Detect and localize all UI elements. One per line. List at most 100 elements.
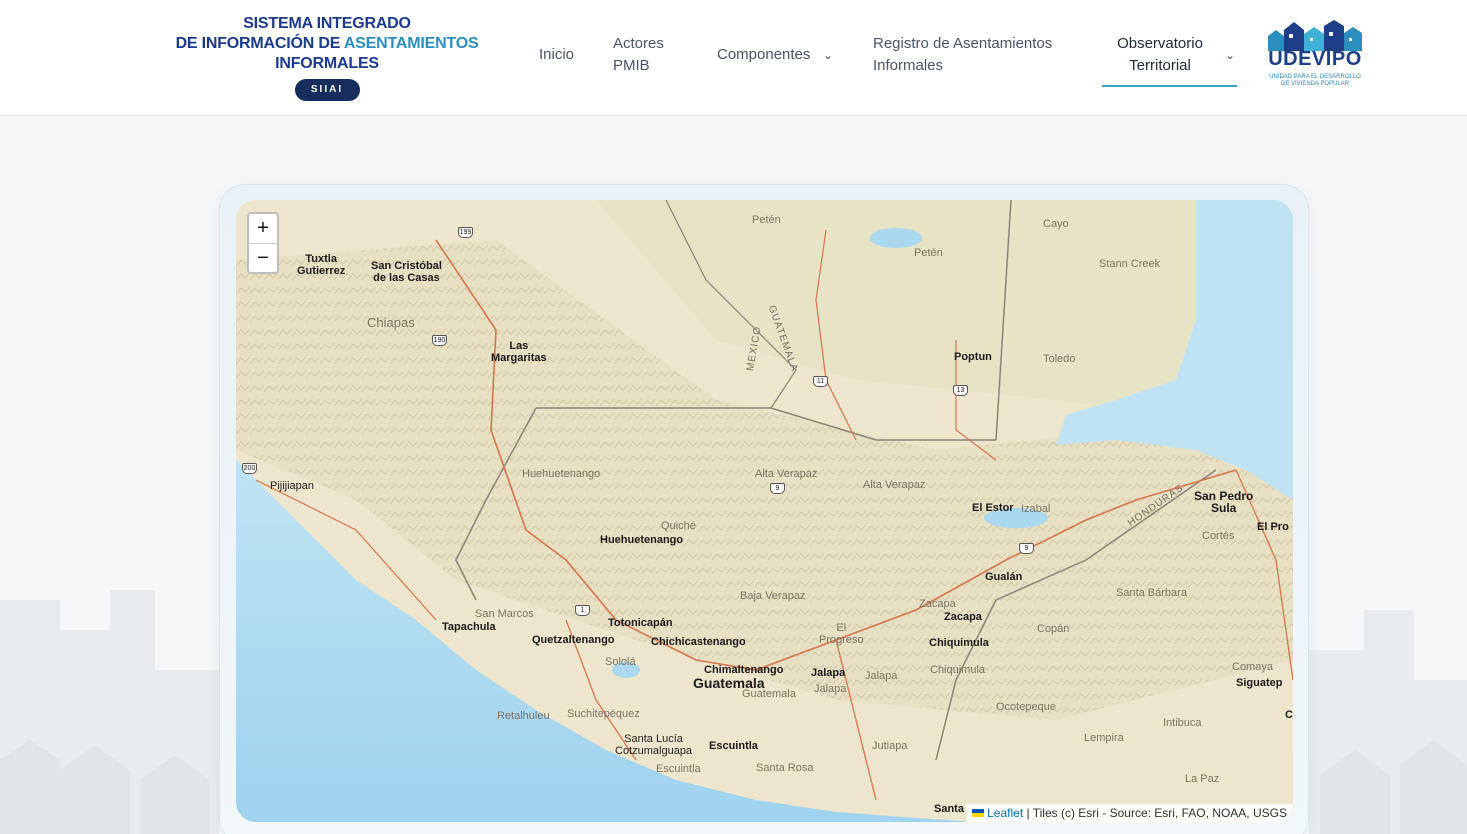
map-label: Alta Verapaz bbox=[755, 468, 818, 480]
nav-actores-pmib[interactable]: Actores PMIB bbox=[613, 33, 664, 77]
map-label: Izabal bbox=[1021, 503, 1051, 515]
nav-inicio[interactable]: Inicio bbox=[539, 44, 574, 66]
logo-badge: SIIAI bbox=[294, 79, 360, 101]
map-label: Tuxtla Gutierrez bbox=[297, 253, 345, 277]
map-label: Santa bbox=[934, 803, 964, 815]
map-label: Chichicastenango bbox=[651, 636, 746, 648]
map-label-line: Santa Lucía bbox=[624, 733, 683, 745]
map-label: Jalapa bbox=[814, 683, 847, 695]
map-label: Chiquimula bbox=[929, 637, 989, 649]
nav-componentes[interactable]: Componentes bbox=[717, 44, 810, 66]
map-label: Las Margaritas bbox=[491, 340, 547, 364]
map-label: Suchitepéquez bbox=[567, 708, 640, 720]
logo-line-2b: ASENTAMIENTOS bbox=[343, 35, 479, 52]
route-shield: 9 bbox=[1019, 543, 1034, 554]
map-label: El Pro bbox=[1257, 521, 1289, 533]
map-label: Santa Lucía Cotzumalguapa bbox=[615, 733, 692, 757]
map-label: Chiquimula bbox=[930, 664, 986, 676]
map-label: Ocotepeque bbox=[996, 701, 1056, 713]
udevipo-name: UDEVIPO bbox=[1268, 48, 1362, 70]
site-header: SISTEMA INTEGRADO DE INFORMACIÓN DE ASEN… bbox=[0, 0, 1467, 116]
nav-observatorio-line-2: Territorial bbox=[1129, 57, 1191, 74]
map-attribution: Leaflet | Tiles (c) Esri - Source: Esri,… bbox=[966, 804, 1293, 822]
map-label: Alta Verapaz bbox=[863, 479, 926, 491]
route-shield: 11 bbox=[813, 376, 828, 387]
nav-actores-line-1: Actores bbox=[613, 35, 664, 52]
map-label: Intibuca bbox=[1163, 717, 1202, 729]
map-label: Petén bbox=[914, 247, 943, 259]
map-label-line: Margaritas bbox=[491, 352, 547, 364]
ukraine-flag-icon bbox=[972, 809, 985, 817]
map-label: Huehuetenango bbox=[522, 468, 601, 480]
logo-line-1: SISTEMA INTEGRADO bbox=[243, 15, 411, 32]
map-label: C bbox=[1285, 709, 1293, 721]
nav-registro-line-2: Informales bbox=[873, 57, 944, 74]
houses-icon bbox=[1268, 20, 1362, 51]
zoom-control: + − bbox=[247, 212, 279, 274]
nav-observatorio-line-1: Observatorio bbox=[1117, 35, 1203, 52]
map-label: Petén bbox=[752, 214, 781, 226]
map-label: La Paz bbox=[1185, 773, 1220, 785]
map-label: Cortés bbox=[1202, 530, 1235, 542]
zoom-out-button[interactable]: − bbox=[249, 243, 277, 272]
map-label: Retalhuleu bbox=[497, 710, 550, 722]
udevipo-sub-1: UNIDAD PARA EL DESARROLLO bbox=[1269, 74, 1361, 80]
map-label: Zacapa bbox=[919, 598, 956, 610]
map-label: Jalapa bbox=[865, 670, 898, 682]
nav-observatorio[interactable]: Observatorio Territorial bbox=[1108, 33, 1212, 77]
map-label: San Marcos bbox=[475, 608, 534, 620]
siiai-logo[interactable]: SISTEMA INTEGRADO DE INFORMACIÓN DE ASEN… bbox=[162, 14, 492, 101]
chevron-down-icon[interactable]: ⌄ bbox=[823, 48, 833, 62]
map-label-line: Gutierrez bbox=[297, 265, 346, 277]
map-label: Poptun bbox=[954, 351, 992, 363]
map-label-line: San Cristóbal bbox=[371, 260, 442, 272]
chevron-down-icon[interactable]: ⌄ bbox=[1225, 48, 1235, 62]
map-label: Quetzaltenango bbox=[532, 634, 615, 646]
map-label: Stann Creek bbox=[1099, 258, 1161, 270]
map-label: Gualán bbox=[985, 571, 1023, 583]
nav-registro[interactable]: Registro de Asentamientos Informales bbox=[873, 33, 1052, 77]
map-label: Quiché bbox=[661, 520, 696, 532]
route-shield: 9 bbox=[770, 483, 785, 494]
map-label-line: Cotzumalguapa bbox=[615, 745, 693, 757]
map-label: El Progreso bbox=[819, 622, 864, 646]
nav-actores-line-2: PMIB bbox=[613, 57, 650, 74]
map-label: Comaya bbox=[1232, 661, 1273, 673]
route-shield: 199 bbox=[458, 227, 473, 238]
map-label: Chiapas bbox=[367, 315, 415, 330]
map-label: Siguatep bbox=[1236, 677, 1283, 689]
udevipo-logo[interactable]: UDEVIPO UNIDAD PARA EL DESARROLLO DE VIV… bbox=[1262, 18, 1368, 96]
route-shield: 1 bbox=[575, 605, 590, 616]
tiles-credit: | Tiles (c) Esri - Source: Esri, FAO, NO… bbox=[1023, 806, 1287, 820]
active-nav-indicator bbox=[1102, 85, 1237, 87]
map-label-line: de las Casas bbox=[373, 272, 440, 284]
logo-line-2: DE INFORMACIÓN DE ASENTAMIENTOS bbox=[162, 34, 492, 54]
map-label: Santa Bárbara bbox=[1116, 587, 1187, 599]
leaflet-link[interactable]: Leaflet bbox=[987, 806, 1023, 820]
map-label-line: Tuxtla bbox=[305, 253, 337, 265]
route-shield: 13 bbox=[953, 385, 968, 396]
zoom-in-button[interactable]: + bbox=[249, 214, 277, 243]
logo-line-2a: DE INFORMACIÓN DE bbox=[175, 35, 344, 52]
map-label: Lempira bbox=[1084, 732, 1124, 744]
map-viewport[interactable]: Tuxtla Gutierrez San Cristóbal de las Ca… bbox=[236, 200, 1293, 822]
map-label-line: El bbox=[836, 622, 847, 634]
map-label: El Estor bbox=[972, 502, 1014, 514]
map-label-line: Sula bbox=[1211, 501, 1237, 515]
basemap bbox=[236, 200, 1293, 822]
map-label: Escuintla bbox=[656, 763, 701, 775]
map-label: Cayo bbox=[1043, 218, 1069, 230]
map-label: Escuintla bbox=[709, 740, 758, 752]
route-shield: 200 bbox=[242, 463, 257, 474]
map-label: Guatemala bbox=[742, 688, 796, 700]
map-label-line: Progreso bbox=[819, 634, 864, 646]
map-label: Baja Verapaz bbox=[740, 590, 806, 602]
udevipo-sub-2: DE VIVIENDA POPULAR bbox=[1280, 81, 1350, 87]
route-shield: 190 bbox=[432, 335, 447, 346]
nav-componentes-label: Componentes bbox=[717, 46, 811, 63]
map-label: Toledo bbox=[1043, 353, 1076, 365]
map-label: Copán bbox=[1037, 623, 1070, 635]
logo-line-3: INFORMALES bbox=[275, 55, 379, 72]
map-label: San Cristóbal de las Casas bbox=[371, 260, 442, 284]
map-label: Jutiapa bbox=[872, 740, 908, 752]
